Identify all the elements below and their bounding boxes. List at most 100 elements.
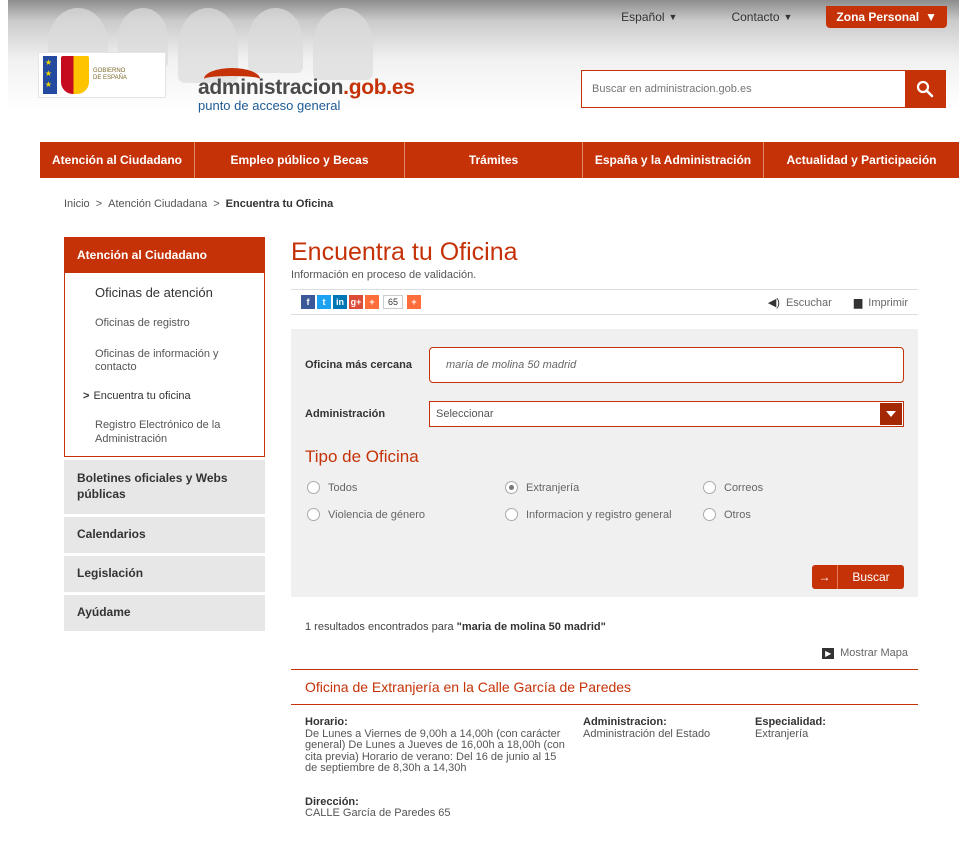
nav-actualidad[interactable]: Actualidad y Participación [764, 142, 959, 178]
office-title[interactable]: Oficina de Extranjería en la Calle Garcí… [291, 669, 918, 705]
breadcrumb-inicio[interactable]: Inicio [64, 198, 90, 210]
search-button[interactable] [905, 71, 945, 107]
radio-label: Correos [724, 481, 764, 494]
sidebar-item-oficinas-atencion[interactable]: Oficinas de atención [65, 273, 264, 313]
radio-violencia-genero[interactable]: Violencia de género [307, 508, 505, 521]
sidebar-item-calendarios[interactable]: Calendarios [64, 516, 265, 553]
gobierno-label-line2: DE ESPAÑA [93, 75, 127, 81]
contact-link[interactable]: Contacto ▼ [731, 10, 792, 24]
show-map-label: Mostrar Mapa [840, 647, 908, 659]
share-plus-icon[interactable]: + [365, 295, 379, 309]
breadcrumb: Inicio > Atención Ciudadana > Encuentra … [64, 198, 333, 210]
gobierno-label: GOBIERNO DE ESPAÑA [93, 68, 127, 81]
results-summary: 1 resultados encontrados para "maria de … [291, 621, 918, 633]
sidebar-item-oficinas-informacion[interactable]: Oficinas de información y contacto [65, 342, 264, 384]
nav-atencion[interactable]: Atención al Ciudadano [40, 142, 195, 178]
people-silhouette [248, 8, 303, 73]
nav-espana[interactable]: España y la Administración [583, 142, 764, 178]
radio-extranjeria[interactable]: Extranjería [505, 481, 703, 494]
office-type-title: Tipo de Oficina [305, 447, 419, 466]
logo-subtitle: punto de acceso general [198, 98, 341, 113]
breadcrumb-atencion[interactable]: Atención Ciudadana [108, 198, 207, 210]
sidebar-item-encuentra[interactable]: > Encuentra tu oficina [65, 384, 264, 413]
logo-swoosh-icon [204, 68, 260, 90]
chevron-down-icon: ▼ [783, 12, 793, 22]
logo-tld: .gob.es [343, 76, 415, 99]
google-plus-icon[interactable]: g+ [349, 295, 363, 309]
sidebar-item-oficinas-registro[interactable]: Oficinas de registro [65, 313, 264, 342]
search-form: Oficina más cercana maria de molina 50 m… [291, 329, 918, 597]
office-administration: Administracion: Administración del Estad… [583, 716, 755, 775]
nav-empleo[interactable]: Empleo público y Becas [195, 142, 405, 178]
top-links: Español ▼ Contacto ▼ Zona Personal ▼ [621, 6, 947, 28]
administration-label: Administración [305, 408, 386, 420]
sidebar-item-boletines[interactable]: Boletines oficiales y Webs públicas [64, 459, 265, 514]
sidebar-item-registro-electronico[interactable]: Registro Electrónico de la Administració… [65, 413, 264, 451]
speaker-icon: ◀) [767, 296, 780, 309]
nearest-office-input[interactable]: maria de molina 50 madrid [429, 347, 904, 383]
contact-label: Contacto [731, 10, 780, 24]
main-content: Encuentra tu Oficina Información en proc… [291, 238, 918, 820]
gobierno-logo[interactable]: GOBIERNO DE ESPAÑA [38, 52, 166, 98]
radio-correos[interactable]: Correos [703, 481, 853, 494]
breadcrumb-separator: > [213, 198, 220, 210]
hours-value: De Lunes a Viernes de 9,00h a 14,00h (co… [305, 727, 565, 775]
nav-tramites[interactable]: Trámites [405, 142, 583, 178]
chevron-down-icon: ▼ [925, 10, 937, 24]
radio-label: Otros [724, 508, 751, 521]
gobierno-label-line1: GOBIERNO [93, 68, 126, 75]
coat-of-arms-icon [61, 56, 89, 94]
site-logo[interactable]: administracion.gob.es punto de acceso ge… [198, 68, 415, 113]
buscar-label: Buscar [852, 570, 890, 584]
chevron-right-icon: > [83, 390, 90, 403]
administration-select[interactable]: Seleccionar [429, 401, 904, 427]
radio-button [703, 481, 716, 494]
administration-detail-label: Administracion: [583, 716, 667, 728]
results-query: "maria de molina 50 madrid" [456, 621, 606, 633]
page-subtitle: Información en proceso de validación. [291, 269, 477, 281]
facebook-icon[interactable]: f [301, 295, 315, 309]
print-button[interactable]: ▆ Imprimir [854, 296, 908, 309]
office-details: Horario: De Lunes a Viernes de 9,00h a 1… [291, 716, 918, 775]
sidebar-heading[interactable]: Atención al Ciudadano [64, 237, 265, 273]
sidebar-item-ayudame[interactable]: Ayúdame [64, 594, 265, 631]
radio-todos[interactable]: Todos [307, 481, 505, 494]
buscar-button[interactable]: → Buscar [812, 565, 904, 589]
listen-button[interactable]: ◀) Escuchar [768, 296, 832, 309]
radio-otros[interactable]: Otros [703, 508, 853, 521]
eu-flag-icon [43, 56, 57, 94]
hours-label: Horario: [305, 716, 348, 728]
results-count: 1 resultados encontrados para [305, 621, 457, 633]
radio-label: Informacion y registro general [526, 508, 672, 521]
radio-button-checked [505, 481, 518, 494]
linkedin-icon[interactable]: in [333, 295, 347, 309]
chevron-down-icon [880, 403, 902, 425]
specialty-value: Extranjería [755, 727, 809, 740]
printer-icon: ▆ [853, 296, 863, 309]
share-icons: f t in g+ + 65 + [301, 295, 422, 309]
zona-personal-button[interactable]: Zona Personal ▼ [826, 6, 947, 28]
share-count: 65 [383, 295, 404, 309]
radio-button [703, 508, 716, 521]
print-label: Imprimir [868, 296, 908, 309]
search-icon [916, 80, 934, 98]
people-silhouette [313, 8, 373, 80]
add-share-icon[interactable]: + [407, 295, 422, 309]
main-nav: Atención al Ciudadano Empleo público y B… [40, 142, 959, 178]
radio-label: Todos [328, 481, 358, 494]
radio-button [307, 481, 320, 494]
share-actions: ◀) Escuchar ▆ Imprimir [768, 296, 908, 309]
administration-detail-value: Administración del Estado [583, 727, 711, 740]
address-value: CALLE García de Paredes 65 [305, 807, 451, 820]
twitter-icon[interactable]: t [317, 295, 331, 309]
administration-selected: Seleccionar [436, 408, 494, 420]
breadcrumb-current: Encuentra tu Oficina [225, 198, 334, 210]
radio-label: Extranjería [526, 481, 580, 494]
radio-informacion-registro[interactable]: Informacion y registro general [505, 508, 703, 521]
site-search [581, 70, 946, 108]
sidebar-item-legislacion[interactable]: Legislación [64, 555, 265, 592]
specialty-label: Especialidad: [755, 716, 826, 728]
show-map-link[interactable]: ▶ Mostrar Mapa [291, 647, 918, 659]
language-selector[interactable]: Español ▼ [621, 10, 677, 24]
search-input[interactable] [582, 71, 905, 107]
